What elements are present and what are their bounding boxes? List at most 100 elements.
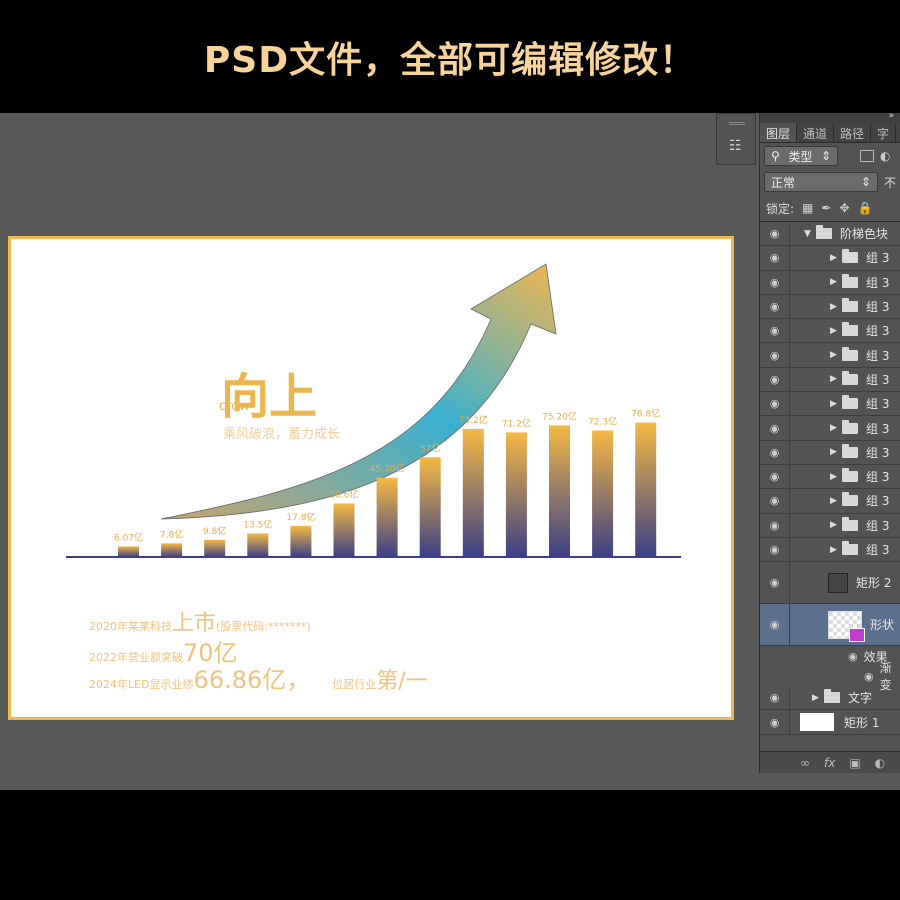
chart-bar — [419, 457, 441, 557]
layer-group-1[interactable]: ◉ ▶ 组 3 — [760, 246, 900, 271]
collapsed-tool-strip[interactable]: ☷ — [716, 113, 756, 165]
expand-right-icon[interactable]: ▶ — [830, 447, 842, 457]
bar-value-label: 7.8亿 — [160, 528, 183, 540]
eye-icon[interactable]: ◉ — [760, 604, 790, 646]
eye-icon[interactable]: ◉ — [760, 270, 790, 294]
tab-paths[interactable]: 路径 — [834, 123, 872, 142]
eye-icon[interactable]: ◉ — [760, 440, 790, 464]
eye-icon[interactable]: ◉ — [760, 294, 790, 319]
properties-icon[interactable]: ☷ — [729, 138, 742, 154]
layer-group-13[interactable]: ◉ ▶ 组 3 — [760, 537, 900, 563]
kind-filter-value: 类型 — [788, 149, 813, 164]
collapse-icon[interactable]: » — [888, 111, 894, 121]
layer-rect1[interactable]: ◉ 矩形 1 — [760, 710, 900, 735]
lock-move-icon[interactable]: ✥ — [839, 201, 849, 215]
expand-right-icon[interactable]: ▶ — [830, 496, 842, 506]
bar-value-label: 71.2亿 — [502, 417, 531, 429]
layer-group-4[interactable]: ◉ ▶ 组 3 — [760, 319, 900, 344]
eye-icon[interactable]: ◉ — [760, 513, 790, 537]
expand-down-icon[interactable]: ▼ — [804, 229, 816, 239]
layer-group-5[interactable]: ◉ ▶ 组 3 — [760, 343, 900, 368]
folder-icon — [842, 443, 858, 458]
eye-icon[interactable]: ◉ — [760, 222, 790, 246]
info-line-3: 2024年LED显示业绩66.86亿， 位居行业第/一 — [89, 660, 428, 695]
bar-value-label: 45.30亿 — [370, 463, 405, 475]
eye-icon[interactable]: ◉ — [760, 464, 790, 489]
tab-layers[interactable]: 图层 — [760, 123, 798, 142]
expand-right-icon[interactable]: ▶ — [830, 253, 842, 263]
eye-icon[interactable]: ◉ — [760, 343, 790, 367]
layer-group-10[interactable]: ◉ ▶ 组 3 — [760, 464, 900, 490]
tab-character[interactable]: 字 — [871, 123, 897, 142]
lock-transparent-icon[interactable]: ▦ — [802, 201, 813, 215]
layer-name: 矩形 1 — [844, 715, 880, 730]
blend-mode-value: 正常 — [771, 175, 796, 190]
expand-right-icon[interactable]: ▶ — [830, 277, 842, 287]
layer-name: 组 3 — [866, 324, 890, 339]
layer-name: 组 3 — [866, 372, 890, 387]
layer-group-7[interactable]: ◉ ▶ 组 3 — [760, 392, 900, 417]
link-icon[interactable]: ∞ — [800, 756, 810, 770]
expand-right-icon[interactable]: ▶ — [830, 545, 842, 555]
expand-right-icon[interactable]: ▶ — [830, 374, 842, 384]
layer-name: 组 3 — [866, 251, 890, 266]
chart-bar — [118, 546, 139, 557]
grip-icon[interactable] — [729, 122, 745, 125]
bar-value-label: 17.8亿 — [286, 511, 315, 523]
chart-bar — [505, 432, 527, 557]
lock-label: 锁定: — [766, 201, 795, 216]
image-filter-icon[interactable] — [860, 150, 874, 162]
expand-right-icon[interactable]: ▶ — [830, 423, 842, 433]
layer-group-6[interactable]: ◉ ▶ 组 3 — [760, 367, 900, 393]
panel-titlebar[interactable]: » — [760, 111, 900, 123]
layer-text-group[interactable]: ◉ ▶ 文字 — [760, 686, 900, 711]
eye-icon[interactable]: ◉ — [760, 246, 790, 270]
layer-group-11[interactable]: ◉ ▶ 组 3 — [760, 489, 900, 514]
bar-value-label: 30.6亿 — [329, 488, 358, 500]
layer-group-root[interactable]: ◉ ▼ 阶梯色块 — [760, 222, 900, 247]
layer-gradient-effect[interactable]: ◉ 渐变 — [760, 661, 900, 692]
mask-icon[interactable]: ▣ — [849, 756, 860, 770]
expand-right-icon[interactable]: ▶ — [830, 326, 842, 336]
eye-icon[interactable]: ◉ — [760, 319, 790, 343]
expand-right-icon[interactable]: ▶ — [830, 302, 842, 312]
eye-icon[interactable]: ◉ — [760, 562, 790, 604]
document-canvas[interactable]: 6.07亿 7.8亿 9.8亿 13.5亿 17.8亿 30.6亿 45.30亿 57亿 73.… — [8, 236, 734, 720]
expand-right-icon[interactable]: ▶ — [830, 399, 842, 409]
layer-rect2[interactable]: ◉ 矩形 2 — [760, 562, 900, 605]
eye-icon[interactable]: ◉ — [760, 416, 790, 440]
expand-right-icon[interactable]: ▶ — [812, 693, 824, 703]
layer-group-3[interactable]: ◉ ▶ 组 3 — [760, 294, 900, 320]
layer-shape[interactable]: ◉ 形状 — [760, 604, 900, 647]
layer-name: 组 3 — [866, 518, 890, 533]
fx-icon[interactable]: fx — [824, 756, 835, 770]
tab-channels[interactable]: 通道 — [797, 123, 835, 142]
layer-name: 文字 — [848, 691, 873, 706]
eye-icon[interactable]: ◉ — [760, 489, 790, 513]
chart-bar — [290, 525, 312, 557]
layer-group-8[interactable]: ◉ ▶ 组 3 — [760, 416, 900, 441]
layer-group-2[interactable]: ◉ ▶ 组 3 — [760, 270, 900, 295]
eye-icon[interactable]: ◉ — [848, 650, 858, 663]
blend-mode-select[interactable]: 正常 ⇕ — [764, 172, 878, 192]
layer-name: 组 3 — [866, 275, 890, 290]
lock-paint-icon[interactable]: ✒ — [821, 201, 831, 215]
eye-icon[interactable]: ◉ — [760, 367, 790, 392]
layer-group-12[interactable]: ◉ ▶ 组 3 — [760, 513, 900, 538]
eye-icon[interactable]: ◉ — [760, 392, 790, 416]
kind-filter-select[interactable]: ⚲ 类型 ⇕ — [764, 146, 838, 166]
expand-right-icon[interactable]: ▶ — [830, 472, 842, 482]
adjustment-icon[interactable]: ◐ — [875, 756, 885, 770]
eye-icon[interactable]: ◉ — [760, 710, 790, 734]
adjust-filter-icon[interactable]: ◐ — [880, 149, 890, 163]
expand-right-icon[interactable]: ▶ — [830, 350, 842, 360]
eye-icon[interactable]: ◉ — [760, 537, 790, 562]
expand-right-icon[interactable]: ▶ — [830, 520, 842, 530]
lock-all-icon[interactable]: 🔒 — [858, 201, 873, 215]
chart-bar — [247, 533, 269, 557]
eye-icon[interactable]: ◉ — [760, 686, 790, 710]
eye-icon[interactable]: ◉ — [864, 670, 874, 683]
promo-banner: PSD文件，全部可编辑修改！ — [0, 0, 900, 113]
layer-name: 矩形 2 — [856, 576, 892, 591]
layer-group-9[interactable]: ◉ ▶ 组 3 — [760, 440, 900, 465]
